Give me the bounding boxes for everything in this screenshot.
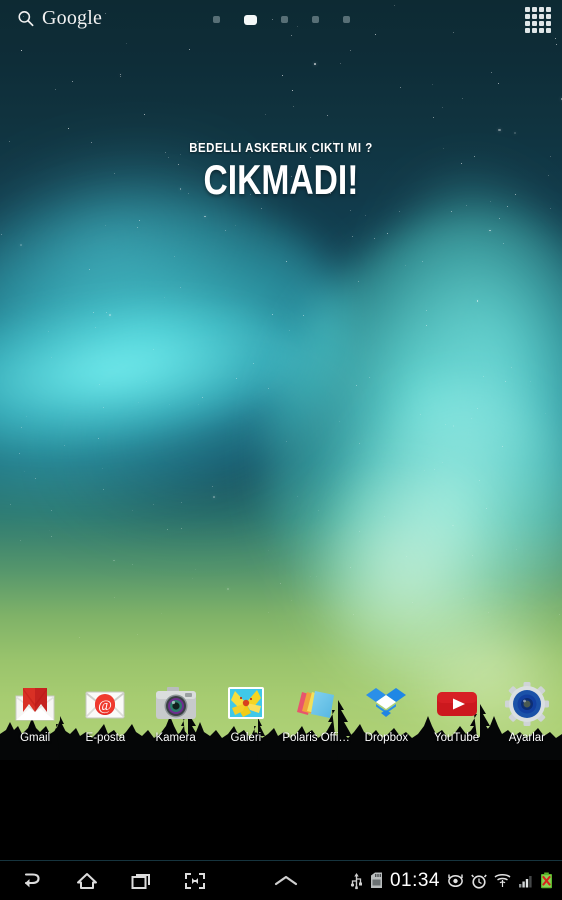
page-dot-3[interactable] [280,16,288,23]
app-drawer-grid-icon[interactable] [525,7,551,33]
dock-app-settings[interactable]: Ayarlar [492,680,562,744]
gmail-icon [12,680,58,726]
usb-icon [350,872,362,889]
status-tray[interactable]: 01:34 [350,870,562,892]
dock-app-label: Polaris Offi… [282,732,350,744]
home-button[interactable] [60,861,114,900]
recent-apps-button[interactable] [114,861,168,900]
cellular-signal-icon [519,876,532,888]
back-button[interactable] [6,861,60,900]
dock-app-label: E-posta [85,732,126,744]
dock-app-label: Dropbox [364,732,409,744]
page-dot-4[interactable] [311,16,319,23]
dock-app-label: YouTube [434,732,480,744]
android-home-screen: Google BEDELLI ASKERLIK CIKTI MI ? CIKMA… [0,0,562,900]
dock-app-label: Kamera [155,732,196,744]
dock-app-gallery[interactable]: Galeri [211,680,281,744]
settings-gear-icon [504,680,550,726]
widget-answer-line: CIKMADI! [203,156,359,203]
dock-app-label: Gmail [20,732,51,744]
camera-icon [153,680,199,726]
home-icon [77,872,97,889]
dock-app-email[interactable]: @ E-posta [70,680,140,744]
polaris-office-icon [293,680,339,726]
nav-expand-group [222,861,350,900]
chevron-up-icon [274,875,298,885]
gallery-icon [223,680,269,726]
expand-notifications-button[interactable] [259,861,313,900]
dock-app-youtube[interactable]: YouTube [422,680,492,744]
page-dot-1[interactable] [212,16,220,23]
svg-text:@: @ [98,698,112,714]
dock-app-label: Galeri [230,732,262,744]
app-dock: Gmail @ E-posta Kamera Galeri Polaris Of… [0,680,562,760]
wallpaper [0,0,562,760]
dock-app-polaris-office[interactable]: Polaris Offi… [281,680,351,744]
top-bar: Google [0,0,562,40]
star-field [0,0,562,760]
email-icon: @ [82,680,128,726]
dock-app-label: Ayarlar [508,732,545,744]
dock-app-camera[interactable]: Kamera [141,680,211,744]
page-dot-5[interactable] [342,16,350,23]
screenshot-button[interactable] [168,861,222,900]
recent-apps-icon [131,873,150,889]
status-clock: 01:34 [389,869,440,891]
wifi-icon [494,874,511,887]
back-arrow-icon [24,872,40,887]
page-dot-2-active[interactable] [243,15,257,25]
dock-app-gmail[interactable]: Gmail [0,680,70,744]
page-indicator[interactable] [0,15,562,25]
eye-icon [448,874,463,888]
dock-app-dropbox[interactable]: Dropbox [351,680,421,744]
screenshot-capture-icon [185,872,205,889]
sd-card-icon [370,872,382,888]
nav-buttons-group [0,861,222,900]
widget-question-line: BEDELLI ASKERLIK CIKTI MI ? [189,140,373,155]
navigation-bar: 01:34 [0,860,562,900]
youtube-icon [434,680,480,726]
home-text-widget[interactable]: BEDELLI ASKERLIK CIKTI MI ? CIKMADI! [0,140,562,203]
dropbox-icon [363,680,409,726]
alarm-clock-icon [471,874,487,889]
battery-error-icon [541,872,552,889]
